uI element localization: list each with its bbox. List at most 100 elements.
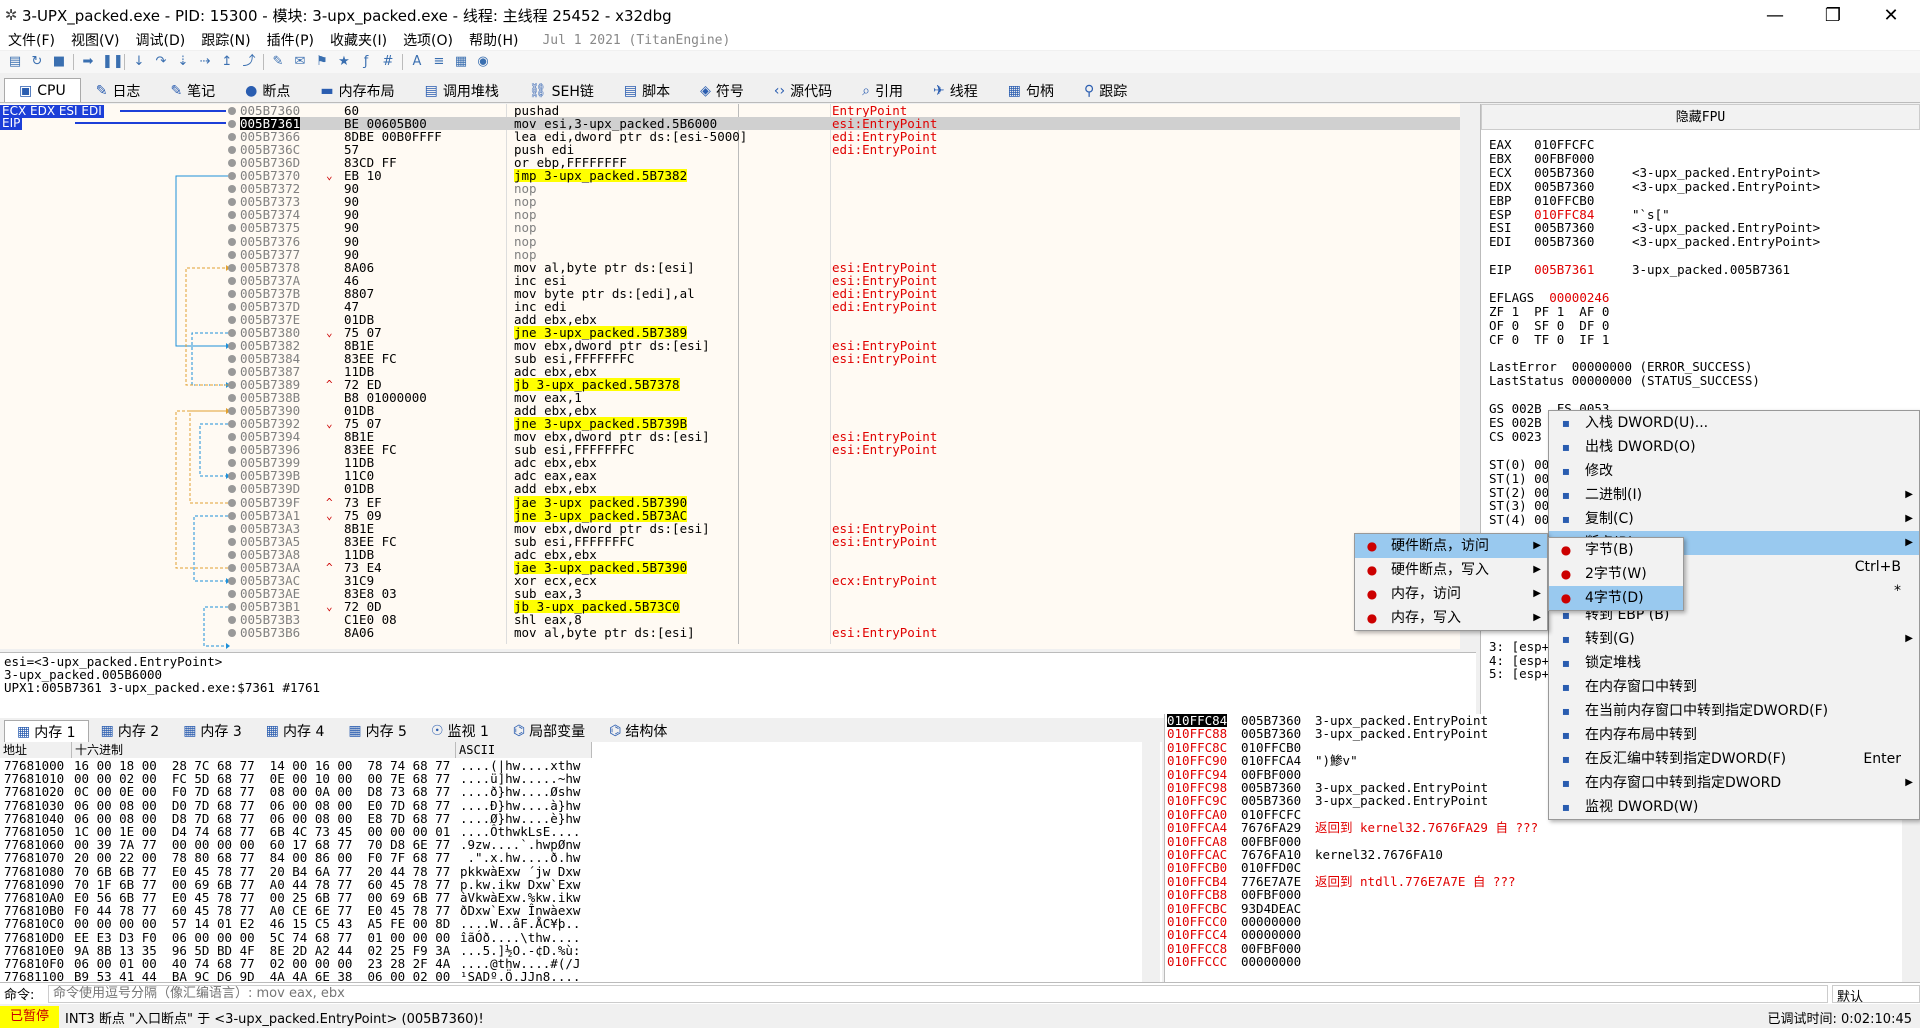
disasm-row[interactable]: 005B7387 11DB adc ebx,ebx bbox=[240, 365, 1460, 378]
breakpoint-dot[interactable] bbox=[228, 590, 236, 598]
breakpoint-dot[interactable] bbox=[228, 277, 236, 285]
execute-till-return-icon[interactable]: ↥ bbox=[219, 54, 235, 70]
disasm-row[interactable]: 005B7372 90 nop bbox=[240, 182, 1460, 195]
dump-tab[interactable]: ⌬ 结构体 bbox=[597, 720, 679, 742]
hide-fpu-button[interactable]: 隐藏FPU bbox=[1481, 104, 1920, 130]
disasm-row[interactable]: 005B7375 90 nop bbox=[240, 221, 1460, 234]
breakpoint-dot[interactable] bbox=[228, 107, 236, 115]
breakpoint-dot[interactable] bbox=[228, 303, 236, 311]
register-line[interactable]: OF 0 SF 0 DF 0 bbox=[1489, 318, 1609, 333]
run-icon[interactable]: ➡ bbox=[80, 54, 96, 70]
restart-icon[interactable]: ↻ bbox=[29, 54, 45, 70]
stop-icon[interactable]: ■ bbox=[51, 54, 67, 70]
register-line[interactable]: LastError 00000000 (ERROR_SUCCESS) bbox=[1489, 360, 1752, 374]
function-icon[interactable]: ƒ bbox=[358, 54, 374, 70]
stack-row[interactable]: 010FFCCC 00000000 bbox=[1165, 955, 1915, 969]
dump-tab[interactable]: ⌬ 局部变量 bbox=[501, 720, 597, 742]
breakpoint-dot[interactable] bbox=[228, 368, 236, 376]
disasm-row[interactable]: 005B739F ^ 73 EF jae 3-upx_packed.5B7390 bbox=[240, 496, 1460, 509]
stack-row[interactable]: 010FFCAC 7676FA10 kernel32.7676FA10 bbox=[1165, 848, 1915, 862]
breakpoint-dot[interactable] bbox=[228, 485, 236, 493]
breakpoint-dot[interactable] bbox=[228, 629, 236, 637]
breakpoint-dot[interactable] bbox=[228, 159, 236, 167]
dump-tab[interactable]: ▦ 内存 5 bbox=[336, 720, 419, 742]
menu-item[interactable]: 调试(D) bbox=[128, 30, 194, 50]
register-line[interactable]: EFLAGS 00000246 bbox=[1489, 291, 1609, 305]
disasm-row[interactable]: 005B7370 ⌄ EB 10 jmp 3-upx_packed.5B7382 bbox=[240, 169, 1460, 182]
breakpoint-dot[interactable] bbox=[228, 512, 236, 520]
tab-cpu[interactable]: ▣ CPU bbox=[4, 78, 81, 102]
menu-item[interactable]: 文件(F) bbox=[0, 30, 63, 50]
comment-icon[interactable]: ✉ bbox=[292, 54, 308, 70]
label-icon[interactable]: ⚑ bbox=[314, 54, 330, 70]
close-button[interactable]: ✕ bbox=[1862, 5, 1920, 26]
hash-icon[interactable]: # bbox=[380, 54, 396, 70]
register-line[interactable]: ST(2) 00 bbox=[1489, 485, 1549, 500]
command-mode-select[interactable]: 默认 bbox=[1832, 984, 1920, 1005]
stack-row[interactable]: 010FFCC4 00000000 bbox=[1165, 928, 1915, 942]
tab-seh[interactable]: ⛓ SEH链 bbox=[514, 78, 609, 102]
register-line[interactable]: EBX 00FBF000 bbox=[1489, 152, 1594, 166]
menu-item-entry[interactable]: ● 硬件断点，访问 ▶ bbox=[1355, 534, 1547, 558]
disasm-row[interactable]: 005B738B B8 01000000 mov eax,1 bbox=[240, 391, 1460, 404]
stack-row[interactable]: 010FFCA4 7676FA29 返回到 kernel32.7676FA29 自 … bbox=[1165, 821, 1915, 835]
breakpoint-dot[interactable] bbox=[228, 316, 236, 324]
stack-row[interactable]: 010FFCC8 00FBF000 bbox=[1165, 941, 1915, 955]
trace-into-icon[interactable]: ⇣ bbox=[175, 54, 191, 70]
bookmark-icon[interactable]: ★ bbox=[336, 54, 352, 70]
breakpoint-dot[interactable] bbox=[228, 264, 236, 272]
dump-tab[interactable]: ▦ 内存 3 bbox=[171, 720, 254, 742]
disasm-row[interactable]: 005B736C 57 push edi edi:EntryPoint bbox=[240, 143, 1460, 156]
menu-item-goto-g[interactable]: ▪ 转到(G) ▶ bbox=[1549, 627, 1919, 651]
menu-item-lock[interactable]: ▪ 锁定堆栈 bbox=[1549, 651, 1919, 675]
breakpoint-dot[interactable] bbox=[228, 238, 236, 246]
register-line[interactable]: ESI 005B7360 <3-upx_packed.EntryPoint> bbox=[1489, 221, 1820, 235]
menu-item[interactable]: 视图(V) bbox=[63, 30, 128, 50]
tab-source[interactable]: ‹› 源代码 bbox=[759, 78, 847, 102]
menu-item-entry[interactable]: ● 4字节(D) bbox=[1549, 586, 1683, 610]
breakpoint-dot[interactable] bbox=[228, 446, 236, 454]
dump-scrollbar[interactable] bbox=[1142, 742, 1160, 982]
disasm-row[interactable]: 005B7399 11DB adc ebx,ebx bbox=[240, 456, 1460, 469]
breakpoint-dot[interactable] bbox=[228, 407, 236, 415]
breakpoint-dot[interactable] bbox=[228, 290, 236, 298]
breakpoint-dot[interactable] bbox=[228, 120, 236, 128]
disasm-row[interactable]: 005B7384 83EE FC sub esi,FFFFFFFC esi:Entry… bbox=[240, 352, 1460, 365]
menu-item[interactable]: 帮助(H) bbox=[461, 30, 526, 50]
tab-callstack[interactable]: ▤ 调用堆栈 bbox=[410, 78, 514, 102]
menu-item[interactable]: 收藏夹(I) bbox=[322, 30, 395, 50]
register-line[interactable]: ST(4) 00 bbox=[1489, 513, 1549, 527]
menu-item-entry[interactable]: ● 内存，写入 ▶ bbox=[1355, 606, 1547, 630]
stack-row[interactable]: 010FFCB4 776E7A7E 返回到 ntdll.776E7A7E 自 ??? bbox=[1165, 874, 1915, 888]
menu-item[interactable]: 跟踪(N) bbox=[193, 30, 258, 50]
disasm-row[interactable]: 005B7390 01DB add ebx,ebx bbox=[240, 404, 1460, 417]
menu-item-dump[interactable]: ▪ 在内存窗口中转到 bbox=[1549, 675, 1919, 699]
menu-item-memmap[interactable]: ▪ 在内存布局中转到 bbox=[1549, 723, 1919, 747]
disasm-row[interactable]: 005B739B 11C0 adc eax,eax bbox=[240, 469, 1460, 482]
register-line[interactable]: LastStatus 00000000 (STATUS_SUCCESS) bbox=[1489, 374, 1760, 388]
dump-tab[interactable]: ▦ 内存 4 bbox=[254, 720, 337, 742]
menu-item-edit[interactable]: ▪ 修改 bbox=[1549, 459, 1919, 483]
stack-row[interactable]: 010FFCB8 00FBF000 bbox=[1165, 888, 1915, 902]
register-line[interactable]: CF 0 TF 0 IF 1 bbox=[1489, 332, 1609, 347]
dump-tab[interactable]: ☉ 监视 1 bbox=[419, 720, 501, 742]
tab-handles[interactable]: ▦ 句柄 bbox=[993, 78, 1069, 102]
menu-item-watch[interactable]: ▪ 监视 DWORD(W) bbox=[1549, 795, 1919, 819]
pause-icon[interactable]: ❚❚ bbox=[102, 54, 124, 70]
menu-item-disasm[interactable]: ▪ 在反汇编中转到指定DWORD(F) Enter bbox=[1549, 747, 1919, 771]
breakpoint-dot[interactable] bbox=[228, 433, 236, 441]
disasm-row[interactable]: 005B7373 90 nop bbox=[240, 195, 1460, 208]
calculator-icon[interactable]: ▦ bbox=[453, 54, 469, 70]
breakpoint-dot[interactable] bbox=[228, 133, 236, 141]
tab-log[interactable]: ✎ 日志 bbox=[81, 78, 156, 102]
menu-item-pop[interactable]: ▪ 出栈 DWORD(O) bbox=[1549, 435, 1919, 459]
breakpoint-dot[interactable] bbox=[228, 420, 236, 428]
run-to-user-code-icon[interactable]: ⤴ bbox=[241, 54, 257, 70]
menu-item-push[interactable]: ▪ 入栈 DWORD(U)... bbox=[1549, 411, 1919, 435]
disasm-row[interactable]: 005B7376 90 nop bbox=[240, 235, 1460, 248]
breakpoint-dot[interactable] bbox=[228, 564, 236, 572]
disasm-row[interactable]: 005B739D 01DB add ebx,ebx bbox=[240, 482, 1460, 495]
tab-memory-map[interactable]: ▬ 内存布局 bbox=[305, 78, 409, 102]
font-icon[interactable]: A bbox=[409, 54, 425, 70]
dump-tab[interactable]: ▦ 内存 1 bbox=[4, 720, 89, 742]
